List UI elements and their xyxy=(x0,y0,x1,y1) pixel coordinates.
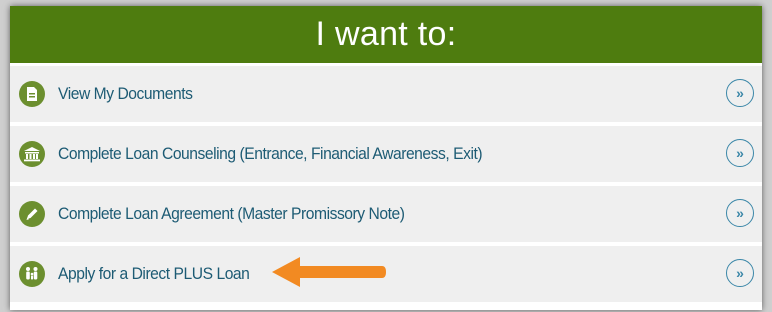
menu-item-loan-agreement[interactable]: Complete Loan Agreement (Master Promisso… xyxy=(10,186,762,242)
pencil-icon xyxy=(19,201,45,227)
document-icon xyxy=(19,81,45,107)
screenshot-frame: I want to: View My Documents » Complete … xyxy=(0,0,772,312)
go-arrow-button[interactable]: » xyxy=(726,259,754,287)
menu-item-label: Complete Loan Agreement (Master Promisso… xyxy=(58,204,405,223)
menu-item-loan-counseling[interactable]: Complete Loan Counseling (Entrance, Fina… xyxy=(10,126,762,182)
go-arrow-button[interactable]: » xyxy=(726,199,754,227)
panel-title: I want to: xyxy=(315,15,457,53)
bank-icon xyxy=(19,141,45,167)
menu-item-label: Complete Loan Counseling (Entrance, Fina… xyxy=(58,144,483,163)
menu-item-label: Apply for a Direct PLUS Loan xyxy=(58,264,250,283)
family-icon xyxy=(19,261,45,287)
menu-item-view-documents[interactable]: View My Documents » xyxy=(10,66,762,122)
go-arrow-button[interactable]: » xyxy=(726,79,754,107)
highlight-arrow-icon xyxy=(272,257,386,287)
go-arrow-button[interactable]: » xyxy=(726,139,754,167)
menu-item-label: View My Documents xyxy=(58,84,193,103)
panel-header: I want to: xyxy=(10,6,762,63)
